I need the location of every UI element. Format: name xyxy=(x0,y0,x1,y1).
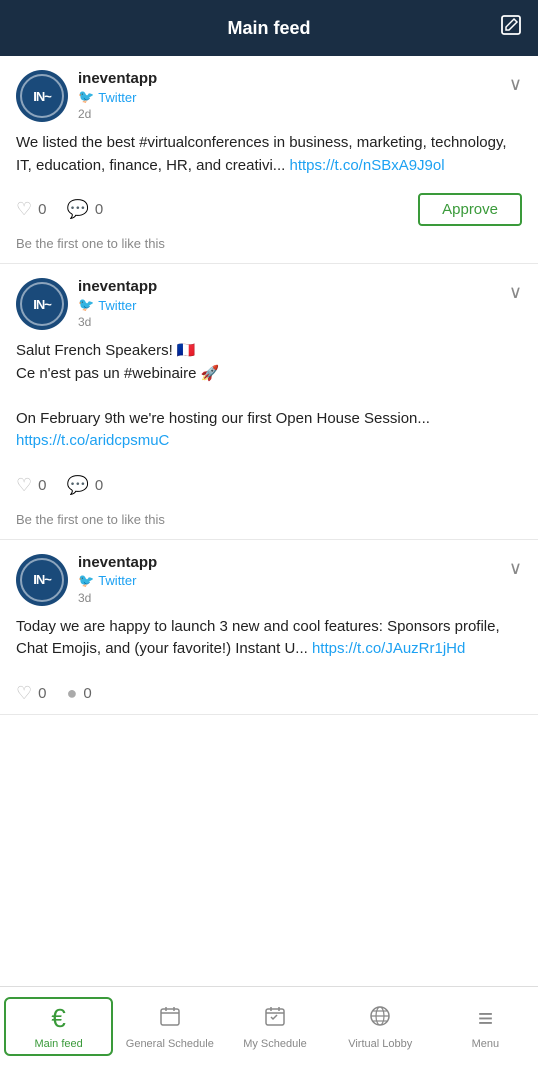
post-user-info: IN~ ineventapp 🐦 Twitter 3d xyxy=(16,278,157,330)
post-actions: ♡ 0 💬 0 Approve xyxy=(16,189,522,230)
like-action[interactable]: ♡ 0 xyxy=(16,475,46,496)
main-feed-icon: € xyxy=(51,1003,65,1034)
post-age: 3d xyxy=(78,591,157,605)
twitter-icon: 🐦 xyxy=(78,297,94,313)
post-card: IN~ ineventapp 🐦 Twitter 3d ∨ Today we a… xyxy=(0,540,538,715)
post-link[interactable]: https://t.co/nSBxA9J9ol xyxy=(289,157,444,174)
social-label: 🐦 Twitter xyxy=(78,297,157,313)
post-body: We listed the best #virtualconferences i… xyxy=(16,132,522,177)
post-actions: ♡ 0 ● 0 xyxy=(16,673,522,714)
nav-item-my-schedule[interactable]: My Schedule xyxy=(222,996,327,1058)
comment-action[interactable]: 💬 0 xyxy=(66,475,103,496)
app-header: Main feed xyxy=(0,0,538,56)
nav-label-general-schedule: General Schedule xyxy=(126,1038,214,1050)
like-footer: Be the first one to like this xyxy=(16,506,522,539)
post-actions: ♡ 0 💬 0 xyxy=(16,465,522,506)
social-label: 🐦 Twitter xyxy=(78,573,157,589)
my-schedule-icon xyxy=(263,1004,287,1034)
comment-icon: 💬 xyxy=(66,199,88,220)
heart-icon: ♡ xyxy=(16,199,32,220)
nav-label-my-schedule: My Schedule xyxy=(243,1038,307,1050)
virtual-lobby-icon xyxy=(368,1004,392,1034)
username: ineventapp xyxy=(78,70,157,87)
header-title: Main feed xyxy=(227,18,310,39)
twitter-icon: 🐦 xyxy=(78,573,94,589)
avatar: IN~ xyxy=(16,278,68,330)
post-header: IN~ ineventapp 🐦 Twitter 3d ∨ xyxy=(16,278,522,330)
post-header: IN~ ineventapp 🐦 Twitter 2d ∨ xyxy=(16,70,522,122)
post-link[interactable]: https://t.co/JAuzRr1jHd xyxy=(312,640,465,657)
approve-button[interactable]: Approve xyxy=(418,193,522,226)
heart-icon: ♡ xyxy=(16,683,32,704)
post-header: IN~ ineventapp 🐦 Twitter 3d ∨ xyxy=(16,554,522,606)
chevron-down-icon[interactable]: ∨ xyxy=(509,74,522,95)
twitter-icon: 🐦 xyxy=(78,89,94,105)
post-age: 2d xyxy=(78,107,157,121)
like-action[interactable]: ♡ 0 xyxy=(16,683,46,704)
like-action[interactable]: ♡ 0 xyxy=(16,199,46,220)
nav-label-virtual-lobby: Virtual Lobby xyxy=(348,1038,412,1050)
chevron-down-icon[interactable]: ∨ xyxy=(509,558,522,579)
comment-icon: ● xyxy=(66,683,77,704)
username: ineventapp xyxy=(78,278,157,295)
post-user-info: IN~ ineventapp 🐦 Twitter 2d xyxy=(16,70,157,122)
heart-icon: ♡ xyxy=(16,475,32,496)
menu-icon: ≡ xyxy=(478,1003,493,1034)
user-meta: ineventapp 🐦 Twitter 2d xyxy=(78,70,157,121)
chevron-down-icon[interactable]: ∨ xyxy=(509,282,522,303)
post-age: 3d xyxy=(78,315,157,329)
post-body: Today we are happy to launch 3 new and c… xyxy=(16,616,522,661)
social-label: 🐦 Twitter xyxy=(78,89,157,105)
comment-action[interactable]: 💬 0 xyxy=(66,199,103,220)
nav-item-menu[interactable]: ≡ Menu xyxy=(433,995,538,1058)
nav-label-menu: Menu xyxy=(472,1038,500,1050)
post-link[interactable]: https://t.co/aridcpsmuC xyxy=(16,432,169,449)
user-meta: ineventapp 🐦 Twitter 3d xyxy=(78,554,157,605)
post-card: IN~ ineventapp 🐦 Twitter 2d ∨ We listed … xyxy=(0,56,538,264)
post-body: Salut French Speakers! 🇫🇷 Ce n'est pas u… xyxy=(16,340,522,453)
avatar: IN~ xyxy=(16,554,68,606)
nav-item-general-schedule[interactable]: General Schedule xyxy=(117,996,222,1058)
username: ineventapp xyxy=(78,554,157,571)
edit-icon[interactable] xyxy=(500,14,522,42)
post-card: IN~ ineventapp 🐦 Twitter 3d ∨ Salut Fren… xyxy=(0,264,538,540)
main-feed: IN~ ineventapp 🐦 Twitter 2d ∨ We listed … xyxy=(0,56,538,795)
post-user-info: IN~ ineventapp 🐦 Twitter 3d xyxy=(16,554,157,606)
nav-item-main-feed[interactable]: € Main feed xyxy=(4,997,113,1056)
comment-icon: 💬 xyxy=(66,475,88,496)
avatar: IN~ xyxy=(16,70,68,122)
user-meta: ineventapp 🐦 Twitter 3d xyxy=(78,278,157,329)
like-footer: Be the first one to like this xyxy=(16,230,522,263)
nav-item-virtual-lobby[interactable]: Virtual Lobby xyxy=(328,996,433,1058)
bottom-nav: € Main feed General Schedule My Schedule xyxy=(0,986,538,1066)
comment-action[interactable]: ● 0 xyxy=(66,683,91,704)
general-schedule-icon xyxy=(158,1004,182,1034)
nav-label-main-feed: Main feed xyxy=(34,1038,82,1050)
